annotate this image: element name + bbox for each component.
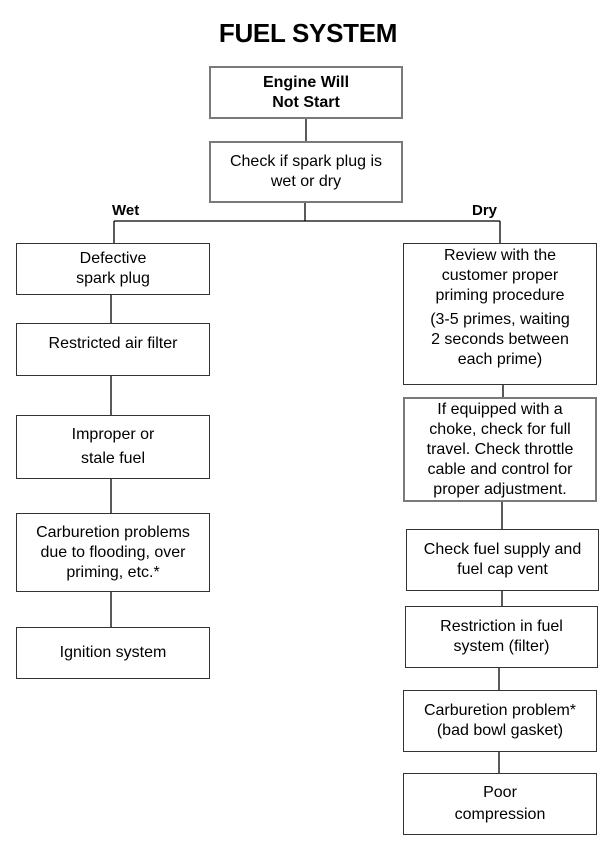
node-text: compression [454,806,546,823]
node-text: Not Start [272,93,340,111]
dry-step-poor-compression: Poor compression [403,773,597,835]
dry-step-fuel-restriction: Restriction in fuel system (filter) [405,606,598,668]
node-text: cable and control for [427,460,573,478]
wet-step-restricted-air-filter: Restricted air filter [16,323,210,376]
wet-step-carburetion-flooding: Carburetion problems due to flooding, ov… [16,513,210,592]
node-text: system (filter) [453,638,550,655]
node-text: Improper or [71,426,155,443]
node-text: Carburetion problem* [423,702,577,719]
node-text: fuel cap vent [457,561,548,578]
node-text: due to flooding, over [40,543,186,561]
node-text: customer proper [441,267,559,284]
dry-step-review-priming: Review with the customer proper priming … [403,243,597,385]
wet-step-defective-spark-plug: Defective spark plug [16,243,210,295]
wet-step-ignition-system: Ignition system [16,627,210,679]
decision-node-check-spark-plug: Check if spark plug is wet or dry [209,141,403,203]
root-node-engine-will-not-start: Engine Will Not Start [209,66,403,119]
node-note: each prime) [457,351,543,368]
node-text: Engine Will [262,73,350,91]
node-text: stale fuel [80,450,146,467]
node-text: Check fuel supply and [423,541,582,558]
node-text: Poor [483,784,517,801]
node-text: travel. Check throttle [426,440,574,458]
node-text: Restricted air filter [48,335,178,352]
node-note: (3-5 primes, waiting [430,311,570,328]
wet-branch-label: Wet [112,202,140,219]
node-text: (bad bowl gasket) [436,722,564,739]
dry-step-carburetion-bowl-gasket: Carburetion problem* (bad bowl gasket) [403,690,597,752]
node-text: If equipped with a [437,400,563,418]
dry-step-choke-throttle: If equipped with a choke, check for full… [403,397,597,502]
node-text: Defective [79,250,147,267]
node-text: wet or dry [270,173,342,190]
node-text: priming, etc.* [66,563,160,581]
node-text: priming procedure [435,287,565,304]
node-note: 2 seconds between [431,331,569,348]
dry-step-fuel-supply-cap-vent: Check fuel supply and fuel cap vent [406,529,599,591]
node-text: proper adjustment. [433,480,567,498]
node-text: Restriction in fuel [440,618,563,635]
dry-branch-label: Dry [472,202,498,219]
node-text: Check if spark plug is [229,153,383,170]
node-text: spark plug [76,270,150,287]
wet-step-improper-stale-fuel: Improper or stale fuel [16,415,210,479]
node-text: choke, check for full [429,420,571,438]
node-text: Review with the [443,247,557,264]
node-text: Ignition system [59,644,167,661]
node-text: Carburetion problems [36,523,190,541]
